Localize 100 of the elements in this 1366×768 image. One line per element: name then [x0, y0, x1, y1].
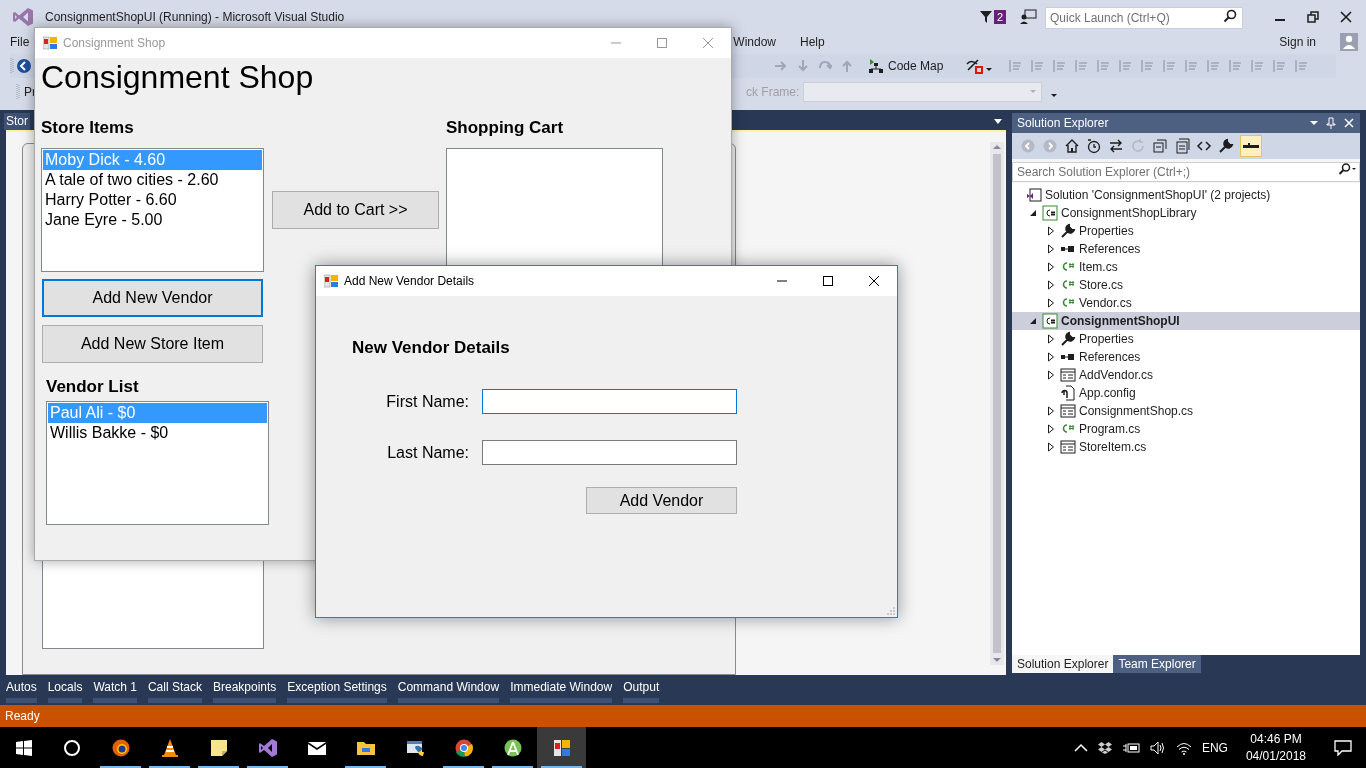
- tree-item[interactable]: References: [1012, 348, 1360, 366]
- dialog-heading: New Vendor Details: [352, 337, 511, 359]
- tool-window-tab[interactable]: Autos: [6, 678, 37, 696]
- expanded-arrow-icon[interactable]: [1029, 209, 1037, 217]
- clock-time[interactable]: 04:46 PM: [1250, 730, 1302, 748]
- solution-icon: [1026, 187, 1042, 203]
- tool-window-tab[interactable]: Locals: [47, 678, 83, 696]
- tool-window-tab[interactable]: Call Stack: [147, 678, 202, 696]
- taskbar-button[interactable]: [537, 727, 586, 768]
- account-icon[interactable]: [1340, 33, 1358, 51]
- form-file-icon: [1060, 439, 1076, 455]
- tree-item[interactable]: Properties: [1012, 330, 1360, 348]
- form-window-icon: [324, 274, 338, 288]
- wrench-icon: [1060, 223, 1076, 239]
- windows-logo-icon: [14, 737, 34, 758]
- wifi-icon[interactable]: [1175, 740, 1192, 755]
- scroll-up-icon: [993, 144, 1001, 150]
- tree-item[interactable]: StoreItem.cs: [1012, 438, 1360, 456]
- visual-studio-logo-icon: [12, 5, 34, 28]
- code-map-button[interactable]: Code Map: [888, 57, 944, 75]
- panel-tab[interactable]: Solution Explorer: [1012, 655, 1114, 673]
- input-field[interactable]: [482, 389, 737, 414]
- copy-pages-icon[interactable]: [1174, 138, 1190, 154]
- input-field[interactable]: [482, 440, 737, 465]
- clock-icon[interactable]: [1086, 138, 1102, 154]
- home-icon[interactable]: [1064, 138, 1080, 154]
- tool-window-tab[interactable]: Breakpoints: [213, 678, 277, 696]
- language-indicator[interactable]: ENG: [1201, 738, 1228, 757]
- list-item[interactable]: Harry Potter - 6.60: [43, 190, 262, 210]
- field-label: Last Name:: [386, 442, 469, 463]
- feedback-icon[interactable]: [1019, 8, 1037, 25]
- tool-window-tab[interactable]: Command Window: [397, 678, 500, 696]
- code-map-icon[interactable]: [868, 58, 884, 74]
- listbox[interactable]: Moby Dick - 4.60 A tale of two cities - 2.60 Harry Potter - 6.60 Jane Eyre - 5.00: [41, 148, 264, 272]
- status-text: Ready: [5, 708, 40, 725]
- tree-item[interactable]: Solution 'ConsignmentShopUI' (2 projects): [1012, 186, 1360, 204]
- stack-frame-label: ck Frame:: [746, 84, 800, 101]
- csharp-project-icon: [1042, 205, 1058, 221]
- filter-icon[interactable]: [978, 9, 993, 24]
- action-button[interactable]: Add New Store Item: [42, 325, 263, 363]
- tree-item[interactable]: References: [1012, 240, 1360, 258]
- overflow-caret-icon[interactable]: [985, 66, 994, 74]
- list-item[interactable]: A tale of two cities - 2.60: [43, 170, 262, 190]
- tree-item[interactable]: Store.cs: [1012, 276, 1360, 294]
- dropdown-caret-icon[interactable]: [1310, 120, 1318, 126]
- resize-grip-icon[interactable]: [887, 607, 895, 615]
- swap-arrows-icon[interactable]: [1108, 138, 1124, 154]
- list-item[interactable]: Jane Eyre - 5.00: [43, 210, 262, 230]
- action-button[interactable]: Add New Vendor: [42, 279, 263, 317]
- menu-item[interactable]: File: [10, 33, 30, 51]
- sign-in-link[interactable]: Sign in: [1279, 33, 1316, 51]
- section-label: Shopping Cart: [446, 117, 565, 139]
- pin-icon[interactable]: [1326, 117, 1336, 129]
- tree-item[interactable]: ConsignmentShopLibrary: [1012, 204, 1360, 222]
- breakpoint-toggle-icon[interactable]: [965, 58, 986, 74]
- tree-item[interactable]: AddVendor.cs: [1012, 366, 1360, 384]
- tree-item[interactable]: Item.cs: [1012, 258, 1360, 276]
- listbox[interactable]: Paul Ali - $0 Willis Bakke - $0: [46, 401, 269, 525]
- maximize-icon[interactable]: [823, 276, 833, 286]
- menu-item[interactable]: Help: [800, 33, 825, 51]
- tree-item[interactable]: Properties: [1012, 222, 1360, 240]
- restore-icon[interactable]: [1307, 10, 1319, 23]
- clock-date[interactable]: 04/01/2018: [1245, 747, 1306, 765]
- dropbox-icon[interactable]: [1097, 741, 1112, 754]
- tool-window-tab[interactable]: Immediate Window: [510, 678, 613, 696]
- preview-toggle-button[interactable]: [1240, 135, 1262, 157]
- tree-item[interactable]: ConsignmentShopUI: [1012, 312, 1360, 330]
- collapse-all-icon[interactable]: [1152, 138, 1168, 154]
- close-icon[interactable]: [1340, 10, 1352, 23]
- close-icon[interactable]: [869, 276, 879, 286]
- back-circle-icon[interactable]: [16, 58, 32, 74]
- chevron-up-icon[interactable]: [1073, 742, 1088, 753]
- notification-icon[interactable]: [1334, 739, 1352, 756]
- panel-tab[interactable]: Team Explorer: [1113, 655, 1201, 673]
- wrench-icon: [1060, 331, 1076, 347]
- menu-item[interactable]: Window: [733, 33, 777, 51]
- tree-item[interactable]: App.config: [1012, 384, 1360, 402]
- quick-launch-field[interactable]: Quick Launch (Ctrl+Q): [1045, 6, 1243, 29]
- scrollbar[interactable]: [990, 142, 1004, 665]
- notification-badge[interactable]: 2: [993, 9, 1006, 24]
- project-label: ConsignmentShopLibrary: [1061, 205, 1197, 222]
- tool-window-tab[interactable]: Exception Settings: [287, 678, 387, 696]
- panel-title: Solution Explorer: [1017, 115, 1109, 132]
- submit-button[interactable]: Add Vendor: [586, 487, 737, 514]
- tool-window-tab[interactable]: Watch 1: [93, 678, 137, 696]
- tree-item[interactable]: Program.cs: [1012, 420, 1360, 438]
- speaker-icon[interactable]: [1149, 740, 1166, 755]
- csharp-project-icon: [1042, 313, 1058, 329]
- wrench-icon[interactable]: [1218, 138, 1234, 154]
- overflow-caret-icon[interactable]: [1050, 92, 1059, 100]
- tree-item[interactable]: Vendor.cs: [1012, 294, 1360, 312]
- expanded-arrow-icon[interactable]: [1029, 317, 1037, 325]
- list-item[interactable]: Willis Bakke - $0: [48, 423, 267, 443]
- tree-item[interactable]: ConsignmentShop.cs: [1012, 402, 1360, 420]
- battery-plug-icon[interactable]: [1121, 741, 1140, 754]
- document-tab[interactable]: Stor: [4, 113, 30, 130]
- dropdown-caret-icon[interactable]: [994, 119, 1002, 125]
- tool-window-tab[interactable]: Output: [623, 678, 660, 696]
- search-field[interactable]: Search Solution Explorer (Ctrl+;): [1012, 162, 1360, 182]
- action-button[interactable]: Add to Cart >>: [272, 191, 439, 229]
